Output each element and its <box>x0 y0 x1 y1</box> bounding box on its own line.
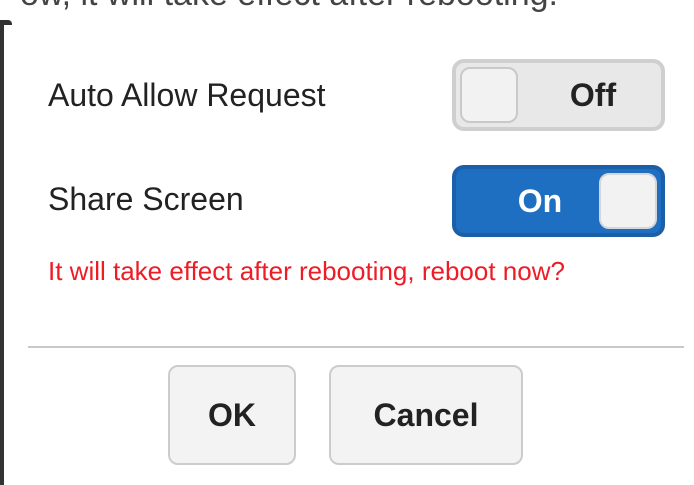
toggle-knob[interactable] <box>460 67 518 123</box>
toggle-knob[interactable] <box>599 173 657 229</box>
share-screen-label: Share Screen <box>48 181 244 217</box>
toggle-state-text: On <box>517 183 563 219</box>
top-fragment-text: ow, it will take effect after rebooting. <box>20 0 558 18</box>
share-screen-toggle[interactable]: On <box>452 165 665 237</box>
toggle-state-text: Off <box>569 77 617 113</box>
auto-allow-request-toggle[interactable]: Off <box>452 59 665 131</box>
divider <box>28 346 684 348</box>
window-edge <box>0 22 4 485</box>
cancel-button[interactable]: Cancel <box>329 365 523 465</box>
reboot-warning-text: It will take effect after rebooting, reb… <box>48 256 565 286</box>
ok-button[interactable]: OK <box>168 365 296 465</box>
auto-allow-request-label: Auto Allow Request <box>48 77 326 113</box>
settings-dialog: ow, it will take effect after rebooting.… <box>0 0 694 485</box>
